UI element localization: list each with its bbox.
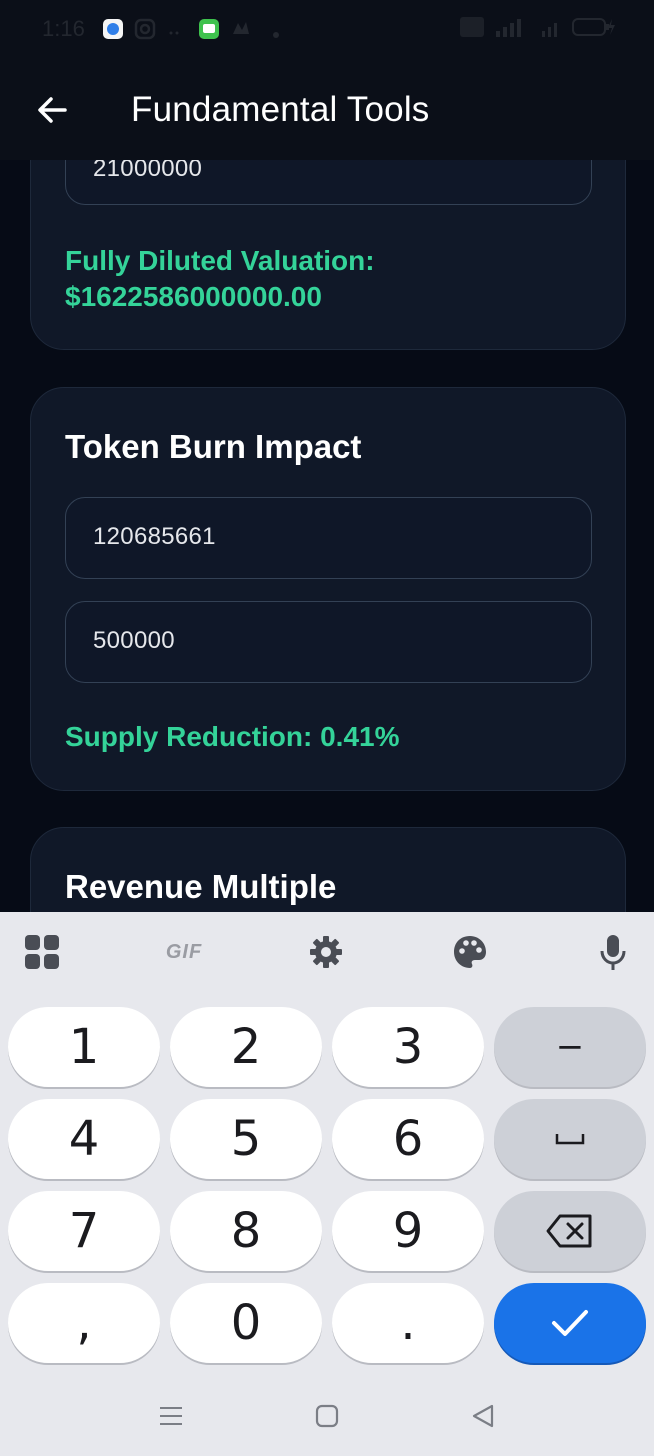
key-done[interactable] — [494, 1283, 646, 1363]
app-notification-icon — [102, 18, 124, 40]
app-bar: Fundamental Tools — [0, 60, 654, 160]
voice-input-button[interactable] — [593, 932, 633, 972]
dot-icon — [272, 26, 280, 48]
backspace-icon — [546, 1214, 592, 1248]
fdv-result-value: $1622586000000.00 — [65, 281, 322, 312]
settings-button[interactable] — [306, 932, 346, 972]
palette-icon — [454, 936, 486, 968]
menu-lines-icon — [160, 1407, 182, 1425]
home-square-icon — [315, 1404, 339, 1428]
revenue-multiple-card: Revenue Multiple — [30, 827, 626, 912]
gif-button[interactable]: GIF — [160, 932, 208, 972]
supply-reduction-result: Supply Reduction: 0.41% — [65, 721, 400, 752]
scroll-content[interactable]: 21000000 Fully Diluted Valuation: $16225… — [0, 160, 654, 912]
fdv-result: Fully Diluted Valuation: $1622586000000.… — [65, 243, 375, 315]
status-time: 1:16 — [42, 16, 85, 41]
numeric-keyboard: GIF 1 2 3 − 4 5 6 7 8 9 , 0 . — [0, 912, 654, 1456]
key-1[interactable]: 1 — [8, 1007, 160, 1087]
system-nav-bar — [0, 1368, 654, 1456]
fdv-result-label: Fully Diluted Valuation: — [65, 245, 375, 276]
total-supply-input[interactable]: 120685661 — [65, 497, 592, 579]
burn-amount-value: 500000 — [93, 627, 175, 654]
page-title: Fundamental Tools — [131, 90, 430, 129]
key-3[interactable]: 3 — [332, 1007, 484, 1087]
recents-button[interactable] — [151, 1396, 191, 1436]
space-bar-icon — [555, 1134, 585, 1145]
gif-label: GIF — [165, 940, 203, 963]
home-button[interactable] — [307, 1396, 347, 1436]
key-6[interactable]: 6 — [332, 1099, 484, 1179]
token-burn-title: Token Burn Impact — [65, 428, 362, 465]
instagram-icon — [134, 18, 156, 40]
key-9[interactable]: 9 — [332, 1191, 484, 1271]
keyboard-toolbar: GIF — [0, 912, 654, 992]
total-supply-value: 120685661 — [93, 523, 216, 550]
volte-icon — [460, 17, 484, 37]
back-button[interactable] — [30, 88, 74, 132]
theme-button[interactable] — [450, 932, 490, 972]
key-2[interactable]: 2 — [170, 1007, 322, 1087]
signal-2-icon — [540, 17, 562, 37]
apps-grid-icon — [25, 935, 59, 969]
arrow-left-icon — [38, 97, 67, 123]
signal-icon — [494, 17, 530, 37]
key-8[interactable]: 8 — [170, 1191, 322, 1271]
token-burn-card: Token Burn Impact 120685661 500000 Suppl… — [30, 387, 626, 791]
supply-input[interactable]: 21000000 — [65, 160, 592, 205]
chat-app-icon — [230, 18, 252, 40]
back-triangle-icon — [472, 1404, 494, 1428]
key-space[interactable] — [494, 1099, 646, 1179]
key-comma[interactable]: , — [8, 1283, 160, 1363]
apps-grid-button[interactable] — [22, 932, 62, 972]
microphone-icon — [600, 935, 626, 970]
burn-amount-input[interactable]: 500000 — [65, 601, 592, 683]
key-period[interactable]: . — [332, 1283, 484, 1363]
key-5[interactable]: 5 — [170, 1099, 322, 1179]
checkmark-icon — [552, 1310, 588, 1336]
key-minus[interactable]: − — [494, 1007, 646, 1087]
supply-input-value: 21000000 — [93, 160, 203, 182]
battery-icon — [572, 17, 616, 37]
status-indicators — [460, 17, 616, 37]
revenue-multiple-title: Revenue Multiple — [65, 868, 337, 905]
key-backspace[interactable] — [494, 1191, 646, 1271]
key-0[interactable]: 0 — [170, 1283, 322, 1363]
key-4[interactable]: 4 — [8, 1099, 160, 1179]
fdv-card: 21000000 Fully Diluted Valuation: $16225… — [30, 160, 626, 350]
gear-icon — [310, 936, 342, 968]
status-bar: 1:16 — [0, 0, 654, 60]
key-7[interactable]: 7 — [8, 1191, 160, 1271]
messages-icon — [198, 18, 220, 40]
more-dots-icon — [168, 24, 186, 46]
back-nav-button[interactable] — [463, 1396, 503, 1436]
